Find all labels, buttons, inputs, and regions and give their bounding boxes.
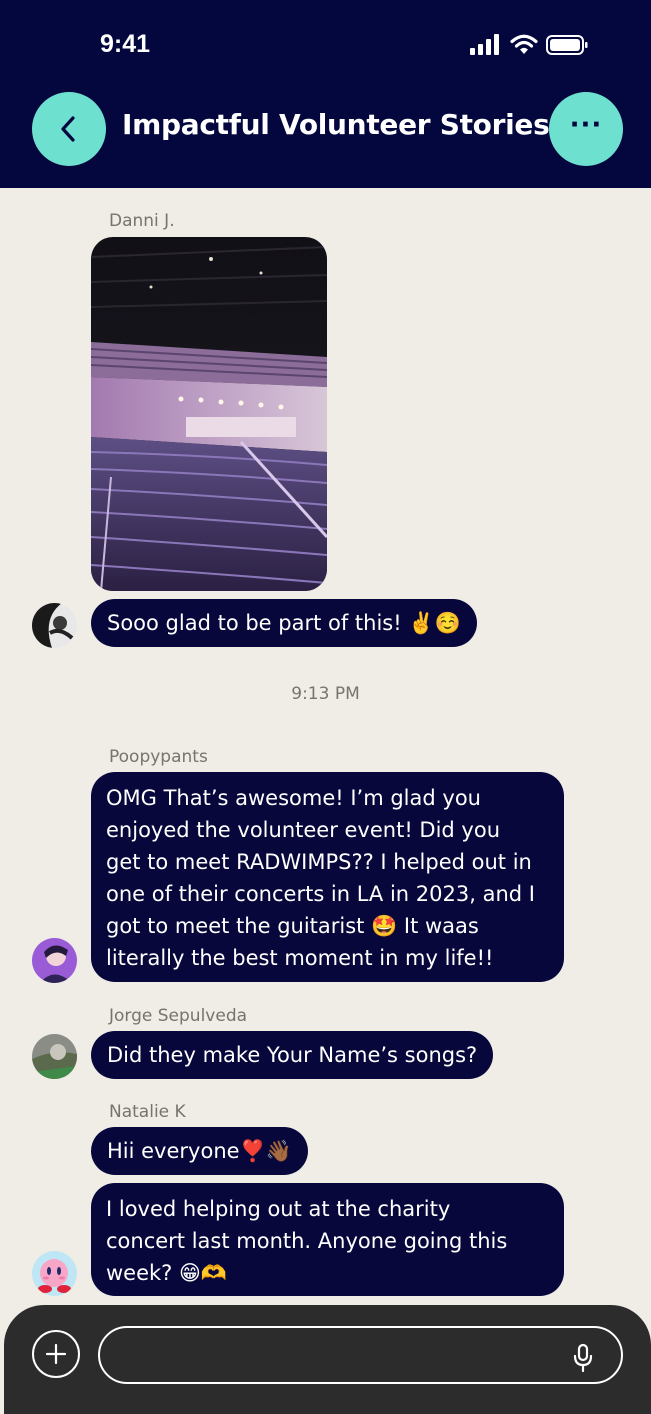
sender-name: Danni J.	[109, 211, 175, 231]
message-bubble: OMG That’s awesome! I’m glad you enjoyed…	[91, 772, 564, 982]
concert-arena-photo	[91, 237, 327, 591]
chevron-left-icon	[61, 116, 75, 142]
more-options-button[interactable]: ···	[549, 92, 623, 166]
sender-name: Poopypants	[109, 747, 208, 767]
user-avatar-icon	[32, 603, 77, 648]
message-line: literally the best moment in my life!!	[106, 946, 494, 970]
message-line: week? 😁🫶	[106, 1261, 228, 1285]
message-bubble: Hii everyone❣️👋🏾	[91, 1127, 308, 1175]
avatar[interactable]	[32, 603, 77, 648]
chat-title: Impactful Volunteer Stories	[122, 108, 550, 141]
avatar[interactable]	[32, 1251, 77, 1296]
microphone-icon[interactable]	[572, 1343, 594, 1373]
add-attachment-button[interactable]	[32, 1330, 80, 1378]
message-timestamp: 9:13 PM	[291, 684, 360, 704]
message-line: one of their concerts in LA in 2023, and…	[106, 882, 535, 906]
message-line: I loved helping out at the charity	[106, 1197, 451, 1221]
wifi-icon	[510, 34, 538, 54]
sender-name: Jorge Sepulveda	[109, 1006, 248, 1026]
message-line: concert last month. Anyone going this	[106, 1229, 508, 1253]
avatar[interactable]	[32, 938, 77, 983]
avatar[interactable]	[32, 1034, 77, 1079]
plus-icon	[45, 1343, 67, 1365]
shared-photo[interactable]	[91, 237, 327, 591]
message-line: enjoyed the volunteer event! Did you	[106, 818, 501, 842]
user-avatar-icon	[32, 938, 77, 983]
user-avatar-icon	[32, 1251, 77, 1296]
chat-header: 9:41 Impactful Volunteer Stories ···	[0, 0, 651, 188]
ellipsis-icon: ···	[569, 110, 603, 140]
message-input[interactable]	[98, 1326, 623, 1384]
message-line: OMG That’s awesome! I’m glad you	[106, 786, 481, 810]
message-bubble: Sooo glad to be part of this! ✌️☺️	[91, 599, 477, 647]
back-button[interactable]	[32, 92, 106, 166]
message-line: got to meet the guitarist 🤩 It waas	[106, 914, 479, 938]
chat-screen: 9:41 Impactful Volunteer Stories ··· Dan…	[0, 0, 651, 1414]
message-bubble: Did they make Your Name’s songs?	[91, 1031, 494, 1079]
user-avatar-icon	[32, 1034, 77, 1079]
signal-icon	[470, 34, 499, 55]
message-composer	[4, 1305, 651, 1414]
sender-name: Natalie K	[109, 1102, 186, 1122]
battery-icon	[546, 35, 588, 55]
status-time: 9:41	[100, 30, 151, 58]
message-bubble: I loved helping out at the charity conce…	[91, 1183, 564, 1296]
message-line: get to meet RADWIMPS?? I helped out in	[106, 850, 532, 874]
